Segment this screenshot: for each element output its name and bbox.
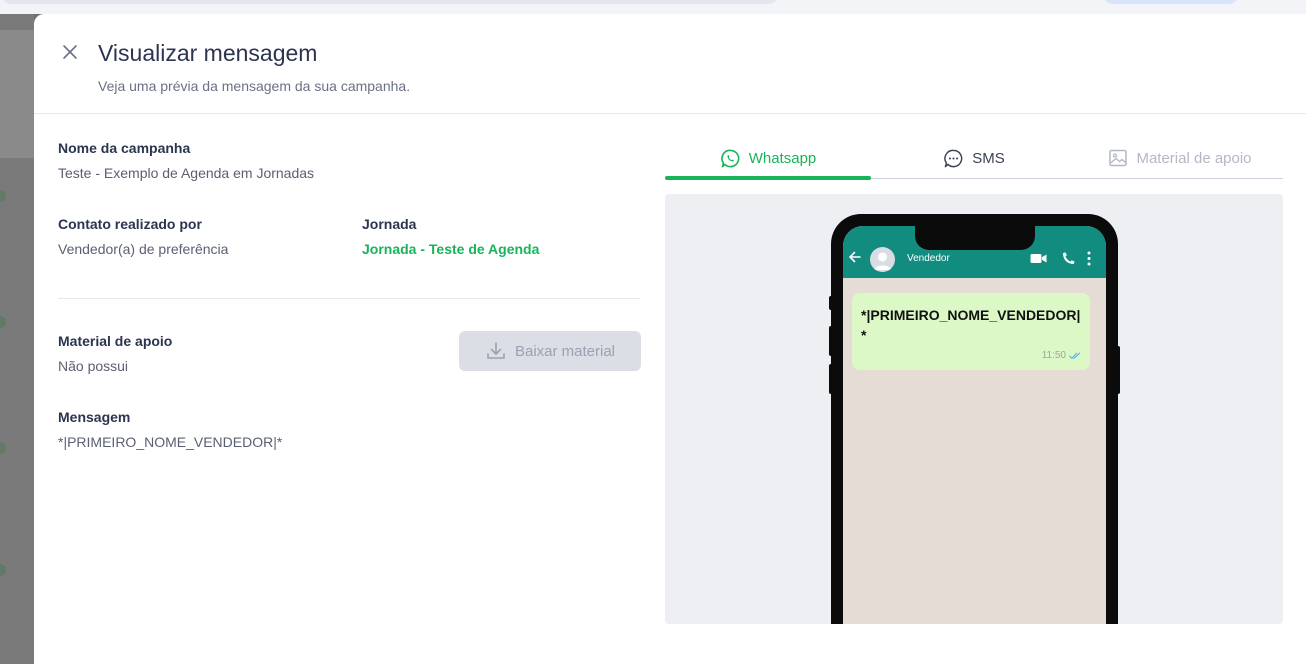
phone-side-button bbox=[1116, 346, 1120, 394]
background-topbar bbox=[0, 0, 1306, 14]
close-button[interactable] bbox=[58, 40, 82, 64]
background-sidebar-dot bbox=[0, 316, 6, 328]
message-field: Mensagem *|PRIMEIRO_NOME_VENDEDOR|* bbox=[58, 409, 282, 450]
material-value: Não possui bbox=[58, 358, 129, 374]
chat-bubble-icon bbox=[944, 149, 963, 167]
download-icon bbox=[487, 342, 505, 359]
whatsapp-icon bbox=[720, 149, 740, 167]
preview-tabs: Whatsapp SMS Material de apoio bbox=[665, 138, 1283, 180]
background-button bbox=[1102, 0, 1240, 4]
drawer-header: Visualizar mensagem Veja uma prévia da m… bbox=[34, 14, 1306, 114]
material-label: Material de apoio bbox=[58, 333, 173, 349]
journey-label: Jornada bbox=[362, 216, 417, 232]
double-check-icon bbox=[1069, 352, 1081, 359]
phone-side-button bbox=[829, 364, 833, 394]
section-divider bbox=[58, 298, 640, 299]
journey-field: Jornada Jornada - Teste de Agenda bbox=[362, 216, 539, 257]
background-sidebar bbox=[0, 14, 34, 664]
tab-whatsapp-label: Whatsapp bbox=[748, 149, 817, 167]
background-sidebar-dot bbox=[0, 190, 6, 202]
campaign-name-field: Nome da campanha Teste - Exemplo de Agen… bbox=[58, 140, 314, 181]
background-sidebar-dot bbox=[0, 564, 6, 576]
contact-field: Contato realizado por Vendedor(a) de pre… bbox=[58, 216, 228, 257]
video-camera-icon[interactable] bbox=[1030, 253, 1047, 264]
tab-sms[interactable]: SMS bbox=[871, 138, 1077, 178]
material-field: Material de apoio Não possui bbox=[58, 333, 172, 374]
message-bubble: *|PRIMEIRO_NOME_VENDEDOR|* 11:50 bbox=[852, 293, 1090, 370]
message-bubble-text: *|PRIMEIRO_NOME_VENDEDOR|* bbox=[861, 307, 1081, 343]
message-value: *|PRIMEIRO_NOME_VENDEDOR|* bbox=[58, 434, 283, 450]
campaign-name-value: Teste - Exemplo de Agenda em Jornadas bbox=[58, 165, 315, 181]
chat-contact-name: Vendedor bbox=[907, 253, 950, 264]
phone-screen: Vendedor *|PRIMEIRO_NOME_VENDEDOR|* 11:5… bbox=[843, 226, 1106, 624]
campaign-name-label: Nome da campanha bbox=[58, 140, 191, 156]
more-vertical-icon[interactable] bbox=[1087, 251, 1091, 266]
user-icon bbox=[874, 252, 891, 270]
phone-side-button bbox=[829, 326, 833, 356]
background-sidebar-strip bbox=[0, 30, 34, 158]
message-time: 11:50 bbox=[1041, 350, 1066, 361]
phone-notch bbox=[915, 226, 1035, 250]
message-preview-drawer: Visualizar mensagem Veja uma prévia da m… bbox=[34, 14, 1306, 664]
tab-material-label: Material de apoio bbox=[1136, 149, 1252, 167]
download-material-label: Baixar material bbox=[514, 342, 616, 360]
image-icon bbox=[1109, 149, 1128, 167]
contact-label: Contato realizado por bbox=[58, 216, 202, 232]
background-search-bar bbox=[0, 0, 780, 4]
message-meta: 11:50 bbox=[1042, 350, 1081, 361]
background-sidebar-dot bbox=[0, 442, 6, 454]
phone-side-button bbox=[829, 296, 833, 310]
avatar bbox=[870, 247, 895, 272]
phone-mockup: Vendedor *|PRIMEIRO_NOME_VENDEDOR|* 11:5… bbox=[829, 214, 1120, 624]
phone-call-icon[interactable] bbox=[1061, 251, 1076, 266]
page-title: Visualizar mensagem bbox=[98, 40, 318, 66]
tab-sms-label: SMS bbox=[972, 149, 1005, 167]
whatsapp-preview-area: Vendedor *|PRIMEIRO_NOME_VENDEDOR|* 11:5… bbox=[665, 194, 1283, 624]
tab-whatsapp[interactable]: Whatsapp bbox=[665, 138, 871, 180]
back-arrow-icon[interactable] bbox=[848, 250, 862, 264]
journey-link[interactable]: Jornada - Teste de Agenda bbox=[362, 241, 539, 257]
tab-material[interactable]: Material de apoio bbox=[1077, 138, 1283, 178]
close-icon bbox=[63, 45, 77, 59]
contact-value: Vendedor(a) de preferência bbox=[58, 241, 229, 257]
download-material-button[interactable]: Baixar material bbox=[459, 331, 641, 371]
page-subtitle: Veja uma prévia da mensagem da sua campa… bbox=[98, 78, 411, 94]
message-label: Mensagem bbox=[58, 409, 131, 425]
